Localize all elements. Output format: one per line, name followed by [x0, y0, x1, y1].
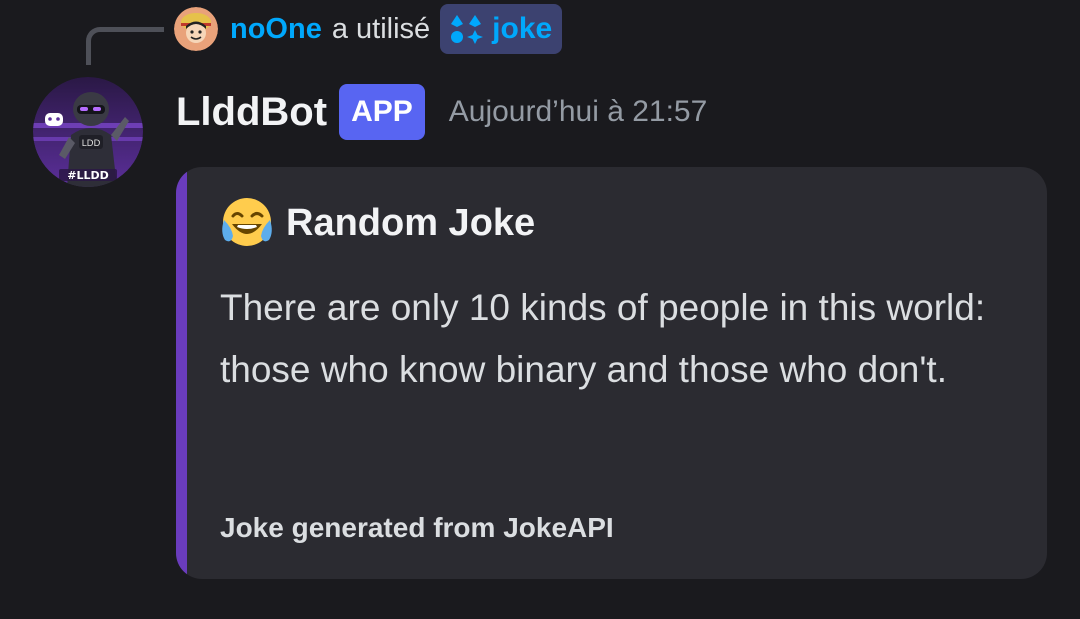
svg-text:#LLDD: #LLDD — [67, 169, 109, 182]
svg-text:LDD: LDD — [82, 139, 101, 149]
command-usage-line: noOne a utilisé joke — [174, 4, 563, 54]
embed-title: Random Joke — [218, 197, 535, 249]
joke-embed: Random Joke There are only 10 kinds of p… — [176, 167, 1047, 579]
user-avatar-small[interactable] — [174, 7, 218, 51]
joy-face-emoji-icon — [222, 198, 272, 246]
command-name: joke — [492, 12, 553, 45]
command-shapes-icon — [451, 15, 484, 44]
embed-footer: Joke generated from JokeAPI — [220, 512, 614, 543]
command-user-name[interactable]: noOne — [230, 13, 322, 46]
embed-accent-bar — [176, 167, 187, 579]
embed-title-text: Random Joke — [286, 201, 536, 244]
app-badge: APP — [339, 84, 425, 140]
command-action-text: a utilisé — [331, 12, 431, 45]
reply-connector — [86, 27, 164, 65]
embed-description: There are only 10 kinds of people in thi… — [220, 287, 986, 390]
bot-avatar[interactable]: LDD #LLDD — [33, 77, 143, 187]
bot-name[interactable]: LlddBot — [176, 90, 327, 135]
message-timestamp[interactable]: Aujourd’hui à 21:57 — [449, 95, 708, 129]
message-header: LlddBot APP Aujourd’hui à 21:57 — [176, 82, 707, 142]
slash-command-chip[interactable]: joke — [440, 4, 563, 54]
